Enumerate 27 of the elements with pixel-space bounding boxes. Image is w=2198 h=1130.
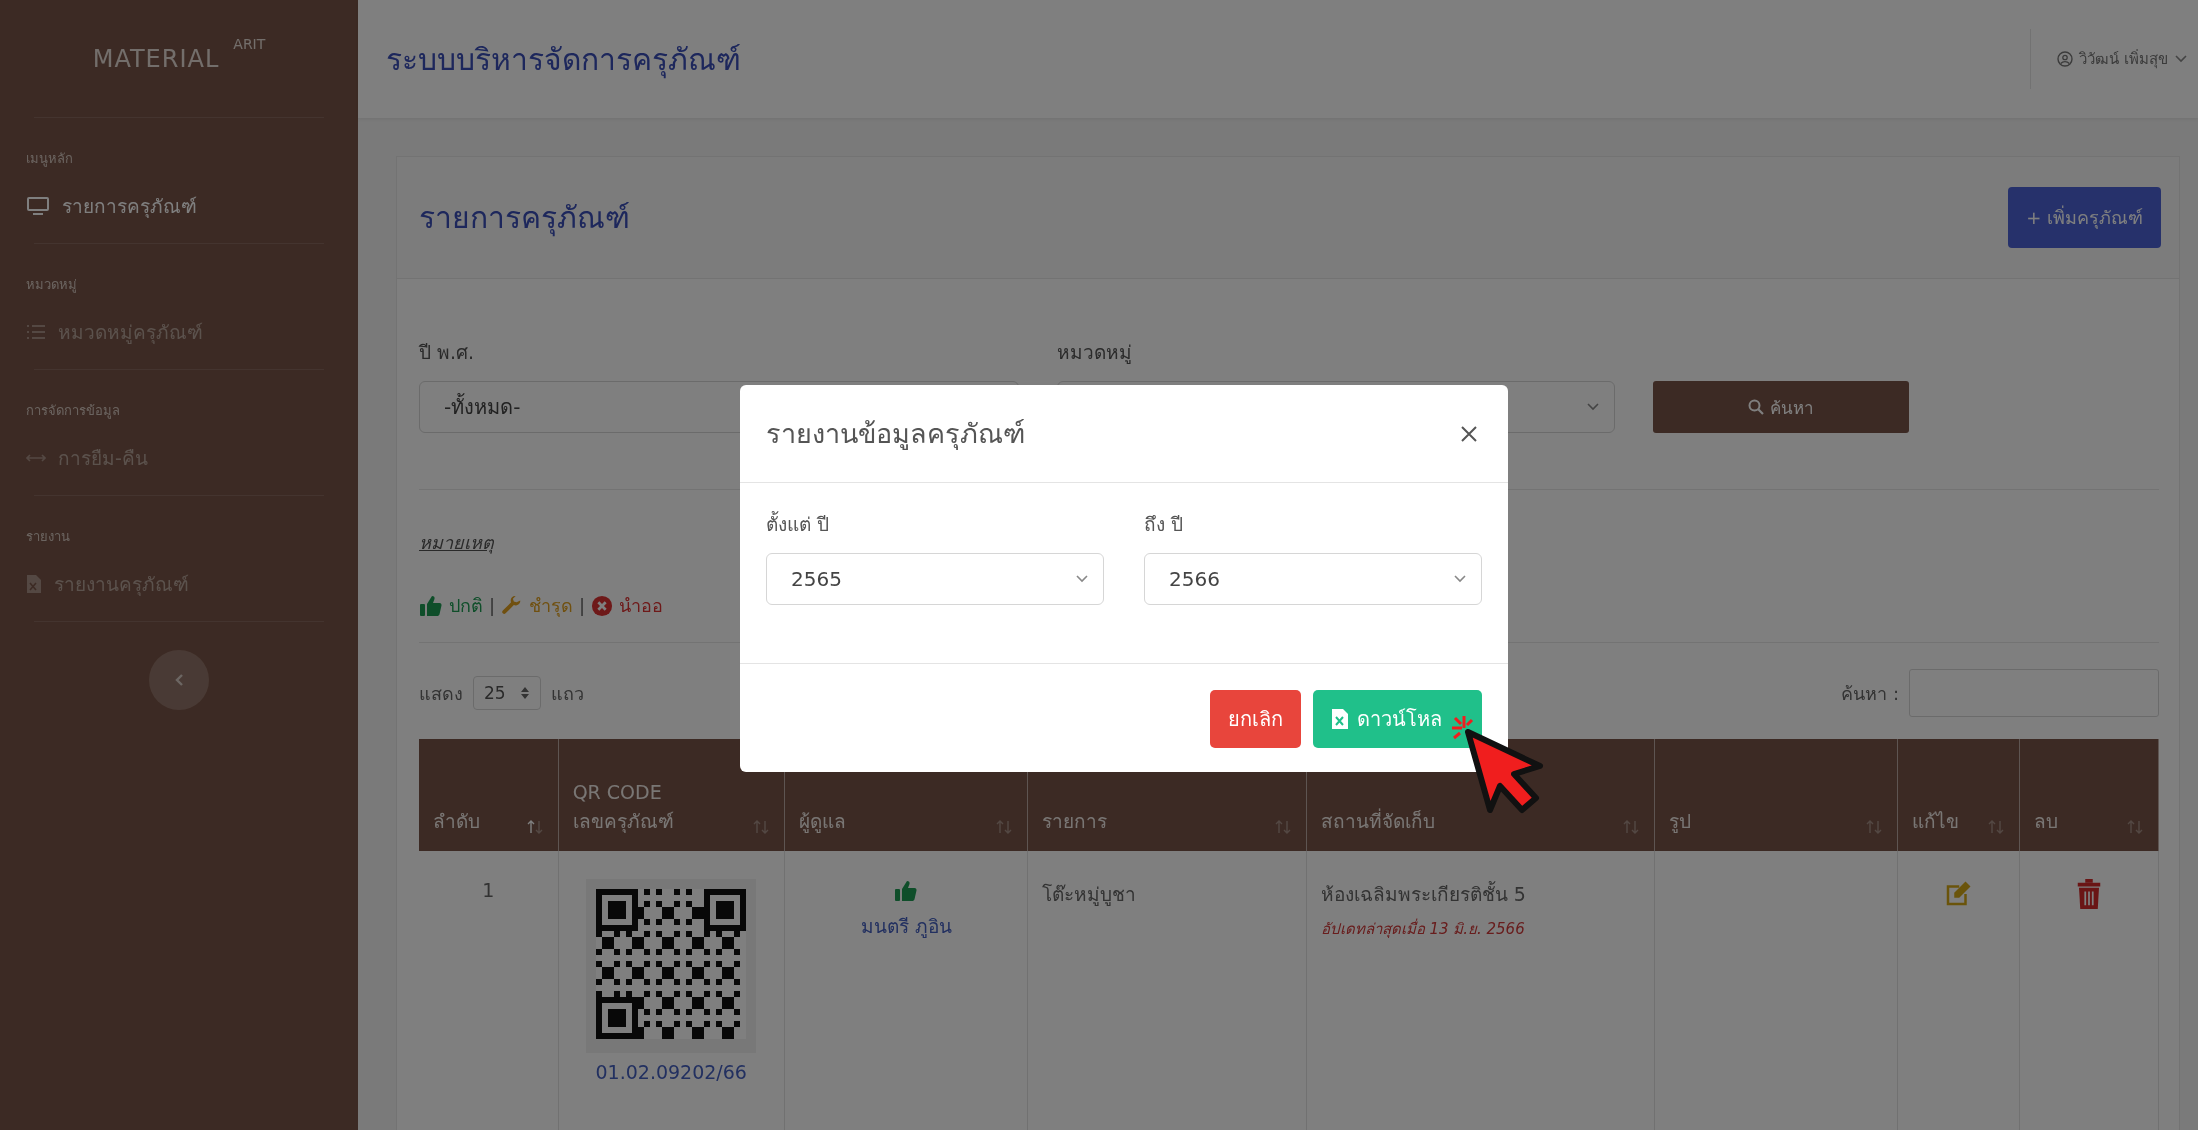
legend-label: ชำรุด [529, 594, 574, 619]
table-cell: 1 [419, 851, 559, 1130]
field-label: ปี พ.ศ. [419, 340, 476, 365]
section-heading: รายงาน [26, 528, 71, 546]
separator: | [489, 595, 496, 616]
field-label: หมวดหมู่ [1057, 340, 1133, 366]
section-heading: การจัดการข้อมูล [26, 402, 121, 421]
search-label: ค้นหา : [1841, 681, 1899, 706]
asset-number: 01.02.09202/66 [595, 1061, 747, 1083]
legend-label: นำออ [619, 594, 664, 618]
logo-suffix: ARIT [233, 36, 266, 52]
show-label: แสดง [419, 681, 463, 706]
logo-text: MATERIAL [92, 44, 220, 73]
field-label: ตั้งแต่ ปี [766, 510, 831, 537]
section-heading: เมนูหลัก [26, 150, 74, 169]
section-heading: หมวดหมู่ [26, 276, 78, 295]
location-text: ห้องเฉลิมพระเกียรติชั้น 5 [1320, 883, 1526, 905]
legend-label: ปกติ [449, 594, 483, 618]
legend-title: หมายเหตุ [419, 531, 494, 556]
rows-label: แถว [550, 681, 584, 706]
field-label: ถึง ปี [1144, 512, 1185, 537]
card-title: รายการครุภัณฑ์ [419, 199, 630, 239]
updated-note: อัปเดทล่าสุดเมื่อ 13 มิ.ย. 2566 [1320, 917, 1526, 940]
table-cell: โต๊ะหมู่บูชา [1027, 851, 1307, 1130]
separator: | [579, 595, 586, 616]
keeper-name: มนตรี ภูอิน [860, 914, 952, 940]
app-title: ระบบบริหารจัดการครุภัณฑ์ [386, 40, 741, 81]
